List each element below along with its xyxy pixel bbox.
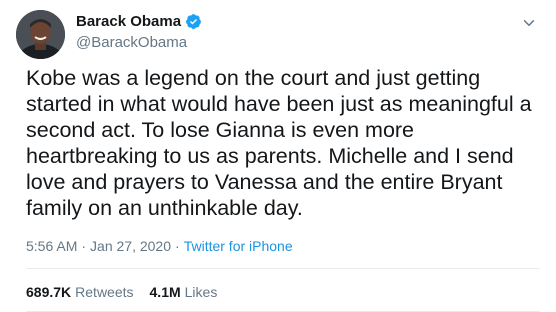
tweet-time[interactable]: 5:56 AM xyxy=(26,238,77,254)
tweet-meta: 5:56 AM · Jan 27, 2020 · Twitter for iPh… xyxy=(26,238,293,254)
verified-badge-icon xyxy=(186,14,201,29)
chevron-down-icon[interactable] xyxy=(520,14,538,32)
divider xyxy=(26,268,540,269)
likes-stat[interactable]: 4.1M Likes xyxy=(150,284,218,300)
tweet-date[interactable]: Jan 27, 2020 xyxy=(90,238,171,254)
retweets-stat[interactable]: 689.7K Retweets xyxy=(26,284,134,300)
retweets-label: Retweets xyxy=(75,284,134,300)
retweets-count: 689.7K xyxy=(26,284,72,300)
tweet-text: Kobe was a legend on the court and just … xyxy=(26,66,532,220)
author-name-row[interactable]: Barack Obama xyxy=(76,13,202,30)
likes-count: 4.1M xyxy=(149,284,181,300)
tweet-card: Barack Obama @BarackObama Kobe was a leg… xyxy=(0,0,556,312)
meta-separator: · xyxy=(81,238,87,254)
author-handle[interactable]: @BarackObama xyxy=(76,34,187,51)
avatar-image xyxy=(16,10,65,59)
avatar[interactable] xyxy=(16,10,65,59)
meta-separator: · xyxy=(175,238,180,254)
likes-label: Likes xyxy=(184,284,218,300)
tweet-stats: 689.7K Retweets 4.1M Likes xyxy=(26,284,217,300)
tweet-source-link[interactable]: Twitter for iPhone xyxy=(184,238,293,254)
author-name[interactable]: Barack Obama xyxy=(76,13,181,30)
